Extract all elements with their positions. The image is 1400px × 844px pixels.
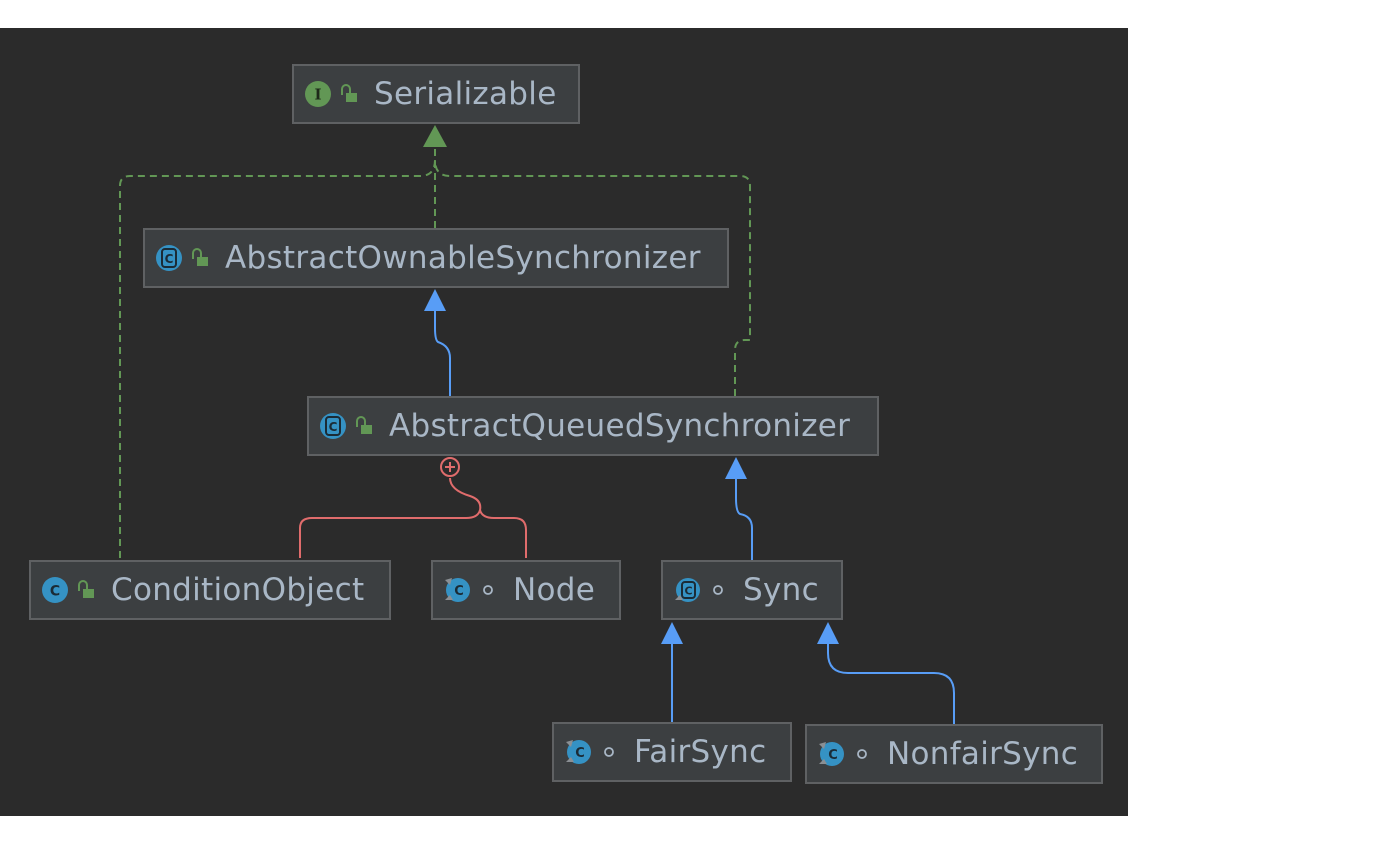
package-private-icon xyxy=(707,579,729,601)
node-label: Serializable xyxy=(374,76,557,112)
public-icon xyxy=(353,415,375,437)
node-label: Sync xyxy=(743,572,819,608)
public-icon xyxy=(75,579,97,601)
node-sync[interactable]: Sync xyxy=(661,560,843,620)
diagram-canvas: Serializable AbstractOwnableSynchronizer… xyxy=(0,28,1128,816)
arrowhead-aqs xyxy=(725,457,747,479)
node-fair-sync[interactable]: FairSync xyxy=(552,722,792,782)
edge-nonfairsync-extends-sync xyxy=(827,642,955,724)
node-label: FairSync xyxy=(634,734,767,770)
node-node[interactable]: Node xyxy=(431,560,621,620)
node-serializable[interactable]: Serializable xyxy=(292,64,580,124)
inner-class-edges xyxy=(299,477,527,558)
node-label: Node xyxy=(513,572,596,608)
arrowhead-sync-nonfair xyxy=(817,622,839,644)
static-class-icon xyxy=(443,576,471,604)
arrowhead-sync-fair xyxy=(661,622,683,644)
node-abstract-queued-synchronizer[interactable]: AbstractQueuedSynchronizer xyxy=(307,396,879,456)
abstract-class-icon xyxy=(155,244,183,272)
edge-node-inner-aqs xyxy=(479,509,527,558)
node-condition-object[interactable]: ConditionObject xyxy=(29,560,391,620)
package-private-icon xyxy=(851,743,873,765)
public-icon xyxy=(189,247,211,269)
abstract-class-icon xyxy=(319,412,347,440)
arrowhead-serializable xyxy=(423,125,447,147)
package-private-icon xyxy=(598,741,620,763)
edge-condition-inner-aqs xyxy=(299,477,482,558)
public-icon xyxy=(338,83,360,105)
edge-condition-implements-serializable xyxy=(119,159,436,558)
edge-sync-extends-aqs xyxy=(735,478,753,560)
node-label: ConditionObject xyxy=(111,572,365,608)
node-label: NonfairSync xyxy=(887,736,1079,772)
static-abstract-class-icon xyxy=(673,576,701,604)
implements-edges xyxy=(119,148,751,558)
static-class-icon xyxy=(817,740,845,768)
class-icon xyxy=(41,576,69,604)
node-abstract-ownable-synchronizer[interactable]: AbstractOwnableSynchronizer xyxy=(143,228,729,288)
edge-aqs-extends-aos xyxy=(434,310,451,396)
node-nonfair-sync[interactable]: NonfairSync xyxy=(805,724,1103,784)
static-class-icon xyxy=(564,738,592,766)
package-private-icon xyxy=(477,579,499,601)
inner-class-marker xyxy=(440,457,460,477)
interface-icon xyxy=(304,80,332,108)
arrowhead-aos xyxy=(424,289,446,311)
node-label: AbstractOwnableSynchronizer xyxy=(225,240,701,276)
node-label: AbstractQueuedSynchronizer xyxy=(389,408,851,444)
